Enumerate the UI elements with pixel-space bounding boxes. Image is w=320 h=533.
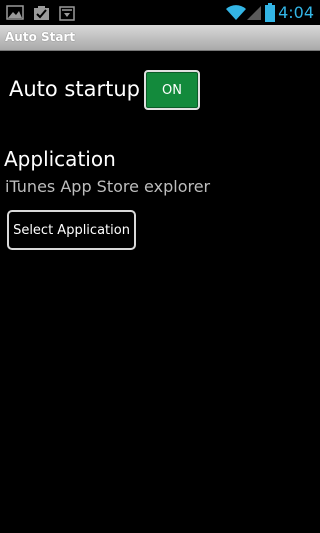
screen: 4:04 Auto Start Auto startup ON Applicat… xyxy=(0,0,320,533)
download-icon xyxy=(59,5,75,25)
wifi-icon xyxy=(225,4,247,25)
signal-icon xyxy=(246,4,262,25)
status-time: 4:04 xyxy=(278,3,314,22)
checklist-icon xyxy=(33,5,51,25)
image-icon xyxy=(6,5,24,24)
page-title: Auto Start xyxy=(5,30,76,44)
battery-icon xyxy=(265,3,275,26)
title-bar: Auto Start xyxy=(0,25,320,51)
select-application-label: Select Application xyxy=(13,222,130,238)
select-application-button[interactable]: Select Application xyxy=(7,210,136,250)
auto-startup-toggle[interactable]: ON xyxy=(144,70,200,110)
application-heading: Application xyxy=(4,147,116,171)
selected-application: iTunes App Store explorer xyxy=(5,177,211,196)
toggle-label: ON xyxy=(162,82,182,98)
status-bar: 4:04 xyxy=(0,0,320,25)
auto-startup-label: Auto startup xyxy=(9,77,140,101)
